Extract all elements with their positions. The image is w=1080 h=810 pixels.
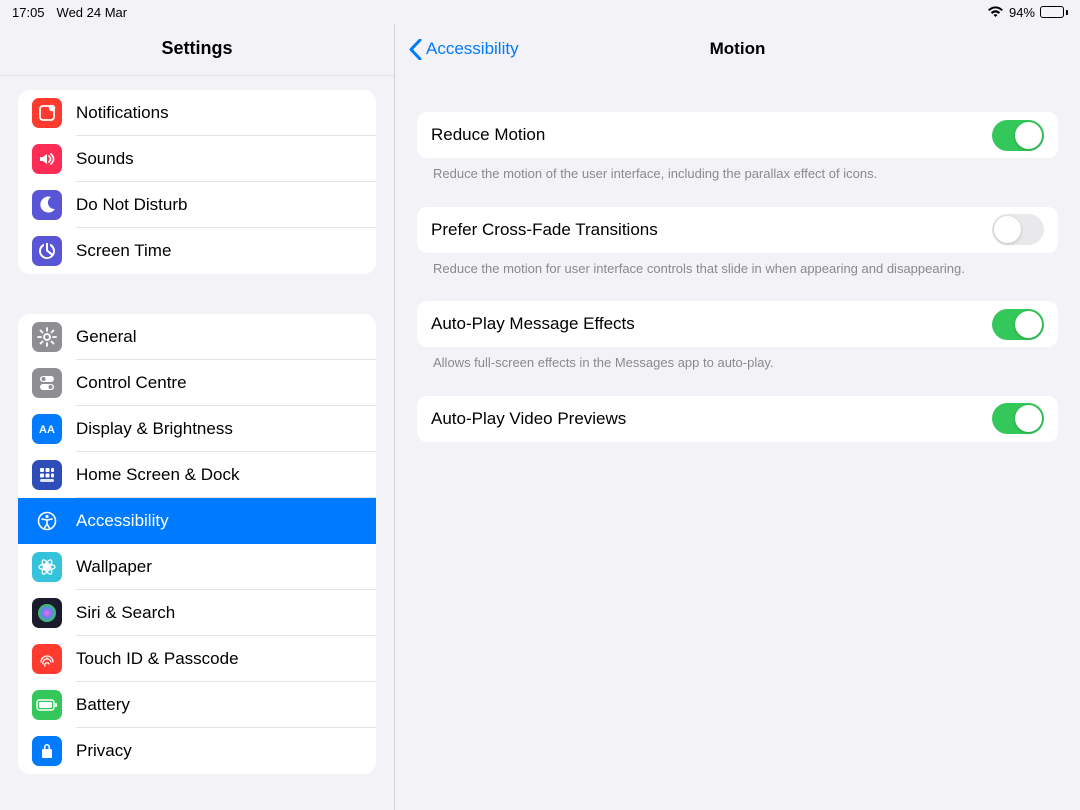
- sidebar-item-label: Accessibility: [76, 511, 169, 531]
- sidebar-item-do-not-disturb[interactable]: Do Not Disturb: [18, 182, 376, 228]
- setting-row-prefer-cross-fade-transitions: Prefer Cross-Fade Transitions: [417, 207, 1058, 253]
- display-brightness-icon: AA: [32, 414, 62, 444]
- battery-percent: 94%: [1009, 5, 1035, 20]
- sidebar-item-battery[interactable]: Battery: [18, 682, 376, 728]
- sidebar-item-screen-time[interactable]: Screen Time: [18, 228, 376, 274]
- notifications-icon: [32, 98, 62, 128]
- sidebar: Settings Notifications Sounds Do Not Distu…: [0, 24, 395, 810]
- setting-footer: Reduce the motion of the user interface,…: [417, 158, 1058, 207]
- toggle-prefer-cross-fade-transitions[interactable]: [992, 214, 1044, 245]
- sidebar-item-general[interactable]: General: [18, 314, 376, 360]
- battery-icon: [1040, 6, 1068, 18]
- toggle-reduce-motion[interactable]: [992, 120, 1044, 151]
- sounds-icon: [32, 144, 62, 174]
- back-button[interactable]: Accessibility: [409, 39, 519, 60]
- toggle-auto-play-video-previews[interactable]: [992, 403, 1044, 434]
- siri-search-icon: [32, 598, 62, 628]
- status-bar: 17:05 Wed 24 Mar 94%: [0, 0, 1080, 24]
- wifi-icon: [987, 6, 1004, 18]
- control-centre-icon: [32, 368, 62, 398]
- home-screen-dock-icon: [32, 460, 62, 490]
- toggle-auto-play-message-effects[interactable]: [992, 309, 1044, 340]
- detail-pane: Accessibility Motion Reduce MotionReduce…: [395, 24, 1080, 810]
- sidebar-item-label: Wallpaper: [76, 557, 152, 577]
- setting-label: Prefer Cross-Fade Transitions: [431, 220, 658, 240]
- setting-footer: Allows full-screen effects in the Messag…: [417, 347, 1058, 396]
- sidebar-item-label: Do Not Disturb: [76, 195, 187, 215]
- status-date: Wed 24 Mar: [57, 5, 128, 20]
- svg-text:AA: AA: [39, 424, 55, 436]
- setting-row-auto-play-video-previews: Auto-Play Video Previews: [417, 396, 1058, 442]
- sidebar-item-notifications[interactable]: Notifications: [18, 90, 376, 136]
- sidebar-item-label: Siri & Search: [76, 603, 175, 623]
- sidebar-item-control-centre[interactable]: Control Centre: [18, 360, 376, 406]
- setting-footer: [417, 442, 1058, 466]
- setting-label: Auto-Play Video Previews: [431, 409, 626, 429]
- sidebar-item-label: Display & Brightness: [76, 419, 233, 439]
- sidebar-item-label: Privacy: [76, 741, 132, 761]
- sidebar-item-home-screen-dock[interactable]: Home Screen & Dock: [18, 452, 376, 498]
- chevron-left-icon: [409, 39, 422, 60]
- setting-footer: Reduce the motion for user interface con…: [417, 253, 1058, 302]
- sidebar-item-label: Home Screen & Dock: [76, 465, 239, 485]
- wallpaper-icon: [32, 552, 62, 582]
- status-time: 17:05: [12, 5, 45, 20]
- sidebar-item-label: Control Centre: [76, 373, 187, 393]
- back-label: Accessibility: [426, 39, 519, 59]
- sidebar-item-label: General: [76, 327, 136, 347]
- sidebar-item-display-brightness[interactable]: AA Display & Brightness: [18, 406, 376, 452]
- sidebar-item-label: Sounds: [76, 149, 134, 169]
- screen-time-icon: [32, 236, 62, 266]
- setting-row-auto-play-message-effects: Auto-Play Message Effects: [417, 301, 1058, 347]
- sidebar-item-label: Battery: [76, 695, 130, 715]
- accessibility-icon: [32, 506, 62, 536]
- privacy-icon: [32, 736, 62, 766]
- do-not-disturb-icon: [32, 190, 62, 220]
- sidebar-item-sounds[interactable]: Sounds: [18, 136, 376, 182]
- sidebar-title: Settings: [0, 24, 394, 76]
- sidebar-item-label: Notifications: [76, 103, 169, 123]
- sidebar-item-label: Touch ID & Passcode: [76, 649, 239, 669]
- sidebar-item-label: Screen Time: [76, 241, 171, 261]
- setting-label: Auto-Play Message Effects: [431, 314, 635, 334]
- sidebar-item-touch-id-passcode[interactable]: Touch ID & Passcode: [18, 636, 376, 682]
- battery-icon: [32, 690, 62, 720]
- sidebar-item-wallpaper[interactable]: Wallpaper: [18, 544, 376, 590]
- sidebar-item-siri-search[interactable]: Siri & Search: [18, 590, 376, 636]
- touch-id-passcode-icon: [32, 644, 62, 674]
- sidebar-item-accessibility[interactable]: Accessibility: [18, 498, 376, 544]
- setting-label: Reduce Motion: [431, 125, 545, 145]
- general-icon: [32, 322, 62, 352]
- sidebar-item-privacy[interactable]: Privacy: [18, 728, 376, 774]
- setting-row-reduce-motion: Reduce Motion: [417, 112, 1058, 158]
